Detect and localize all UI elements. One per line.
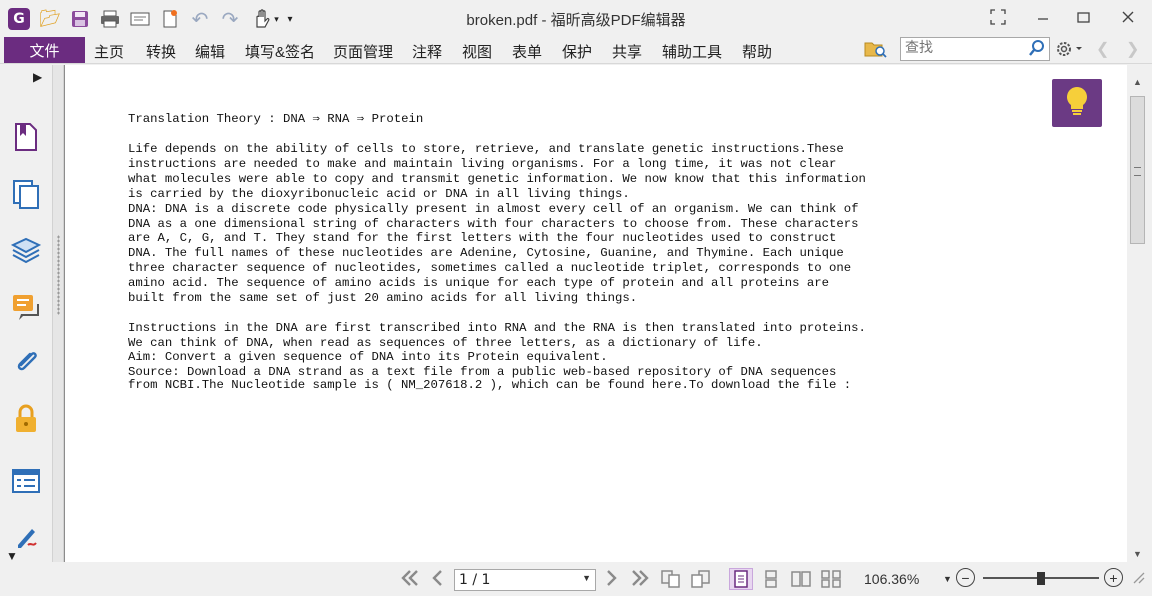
restore-layout-button[interactable]: [983, 5, 1013, 29]
navigation-panel: ▶ ▼: [0, 65, 52, 570]
scroll-thumb[interactable]: [1130, 96, 1145, 244]
zoom-dropdown-icon[interactable]: ▼: [943, 574, 952, 584]
previous-view-icon[interactable]: [659, 568, 683, 590]
last-page-icon[interactable]: [630, 570, 650, 591]
doc-line: amino acid. The sequence of amino acids …: [128, 276, 830, 290]
single-page-view-icon[interactable]: [729, 568, 753, 590]
zoom-slider-thumb[interactable]: [1037, 572, 1045, 585]
redo-icon[interactable]: ↷: [218, 7, 242, 31]
zoom-out-icon[interactable]: −: [956, 568, 975, 587]
tab-accessibility[interactable]: 辅助工具: [662, 41, 722, 62]
page-number-input[interactable]: [455, 570, 575, 590]
tab-comment[interactable]: 注释: [412, 41, 442, 62]
tab-home[interactable]: 主页: [94, 41, 124, 62]
doc-line: DNA: DNA is a discrete code physically p…: [128, 202, 859, 216]
facing-view-icon[interactable]: [789, 568, 813, 590]
new-doc-icon[interactable]: [158, 7, 182, 31]
doc-line: is carried by the dioxyribonucleic acid …: [128, 187, 630, 201]
document-view[interactable]: Translation Theory : DNA ⇒ RNA ⇒ Protein…: [64, 65, 1127, 562]
continuous-view-icon[interactable]: [759, 568, 783, 590]
maximize-button[interactable]: [1068, 5, 1098, 29]
settings-gear-icon[interactable]: [1055, 39, 1083, 64]
resize-grip-icon[interactable]: [1131, 570, 1145, 587]
layers-icon[interactable]: [10, 235, 42, 267]
zoom-in-icon[interactable]: +: [1104, 568, 1123, 587]
doc-line: three character sequence of nucleotides,…: [128, 261, 852, 275]
tab-share[interactable]: 共享: [612, 41, 642, 62]
pages-icon[interactable]: [10, 178, 42, 210]
page-dropdown-icon[interactable]: ▼: [582, 573, 591, 583]
attachments-icon[interactable]: [10, 347, 42, 379]
search-input[interactable]: [901, 38, 1021, 58]
properties-icon[interactable]: [10, 465, 42, 497]
doc-line: Instructions in the DNA are first transc…: [128, 321, 866, 335]
scroll-up-icon[interactable]: ▲: [1127, 74, 1148, 90]
first-page-icon[interactable]: [400, 570, 420, 591]
hand-tool-icon[interactable]: ▾: [250, 7, 280, 31]
tab-convert[interactable]: 转换: [146, 41, 176, 62]
prev-page-icon[interactable]: [430, 570, 444, 591]
close-button[interactable]: [1113, 5, 1143, 29]
panel-splitter[interactable]: [52, 65, 64, 570]
bookmarks-icon[interactable]: [10, 121, 42, 153]
security-icon[interactable]: [10, 403, 42, 435]
app-logo-icon[interactable]: G: [8, 8, 30, 30]
doc-line: what molecules were able to copy and tra…: [128, 172, 866, 186]
save-icon[interactable]: [68, 7, 92, 31]
file-tab[interactable]: 文件: [4, 37, 85, 63]
doc-line: built from the same set of just 20 amino…: [128, 291, 638, 305]
doc-line: are A, C, G, and T. They stand for the f…: [128, 231, 837, 245]
ribbon-menu-bar: 文件 主页 转换 编辑 填写&签名 页面管理 注释 视图 表单 保护 共享 辅助…: [0, 36, 1152, 64]
search-next-icon[interactable]: ❯: [1126, 39, 1139, 59]
doc-line: We can think of DNA, when read as sequen…: [128, 336, 763, 350]
tab-fill-sign[interactable]: 填写&签名: [245, 41, 315, 62]
open-folder-icon[interactable]: 📂︎: [38, 7, 62, 31]
expand-panel-icon[interactable]: ▶: [33, 70, 42, 84]
tab-help[interactable]: 帮助: [742, 41, 772, 62]
lightbulb-icon: [1064, 85, 1090, 122]
scroll-down-icon[interactable]: ▼: [1127, 546, 1148, 562]
zoom-level-value[interactable]: 106.36%: [864, 571, 919, 587]
vertical-scrollbar[interactable]: ▲ ▼: [1127, 74, 1148, 562]
tab-view[interactable]: 视图: [462, 41, 492, 62]
search-prev-icon[interactable]: ❮: [1096, 39, 1109, 59]
doc-line: Translation Theory : DNA ⇒ RNA ⇒ Protein: [128, 112, 424, 126]
comments-icon[interactable]: [10, 291, 42, 323]
status-bar: ▼ 106.36% ▼ − +: [0, 562, 1152, 596]
search-field[interactable]: [900, 37, 1050, 61]
undo-icon[interactable]: ↶: [188, 7, 212, 31]
find-folder-icon[interactable]: [864, 39, 888, 64]
title-bar: G 📂︎ ↶ ↷ ▾ ▾ broken.pdf - 福昕高级PDF编辑器: [0, 0, 1152, 36]
tab-edit[interactable]: 编辑: [195, 41, 225, 62]
doc-line: Life depends on the ability of cells to …: [128, 142, 844, 156]
customize-toolbar-icon[interactable]: ▾: [282, 7, 298, 31]
doc-line: from NCBI.The Nucleotide sample is ( NM_…: [128, 378, 852, 392]
doc-line: Aim: Convert a given sequence of DNA int…: [128, 350, 608, 364]
minimize-button[interactable]: [1028, 5, 1058, 29]
tab-protect[interactable]: 保护: [562, 41, 592, 62]
sidebar-more-icon[interactable]: ▼: [6, 549, 18, 563]
search-icon[interactable]: [1028, 39, 1046, 62]
doc-line: instructions are needed to make and main…: [128, 157, 837, 171]
splitter-grip[interactable]: [57, 235, 60, 315]
scan-icon[interactable]: [128, 7, 152, 31]
next-page-icon[interactable]: [605, 570, 619, 591]
print-icon[interactable]: [98, 7, 122, 31]
doc-line: DNA. The full names of these nucleotides…: [128, 246, 844, 260]
doc-line: DNA as a one dimensional string of chara…: [128, 217, 859, 231]
lightbulb-tip-button[interactable]: [1052, 79, 1102, 127]
next-view-icon[interactable]: [689, 568, 713, 590]
tab-form[interactable]: 表单: [512, 41, 542, 62]
tab-organize[interactable]: 页面管理: [333, 41, 393, 62]
continuous-facing-view-icon[interactable]: [819, 568, 843, 590]
page-number-field[interactable]: ▼: [454, 569, 596, 591]
